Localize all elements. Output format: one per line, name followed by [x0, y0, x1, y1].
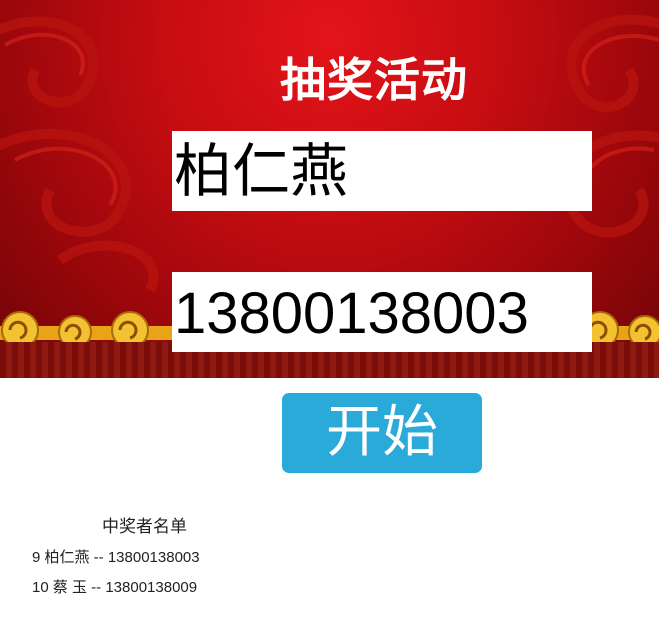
winners-list: 9 柏仁燕 -- 13800138003 10 蔡 玉 -- 138001380…	[32, 546, 200, 606]
list-item: 9 柏仁燕 -- 13800138003	[32, 549, 200, 566]
winner-name-display: 柏仁燕	[172, 131, 592, 211]
start-button[interactable]: 开始	[282, 393, 482, 473]
page-title: 抽奖活动	[280, 53, 468, 107]
list-item: 10 蔡 玉 -- 13800138009	[32, 579, 198, 596]
winners-list-title: 中奖者名单	[102, 517, 187, 537]
cloud-pattern-left-icon	[0, 16, 159, 293]
winner-phone-display: 13800138003	[172, 272, 592, 352]
